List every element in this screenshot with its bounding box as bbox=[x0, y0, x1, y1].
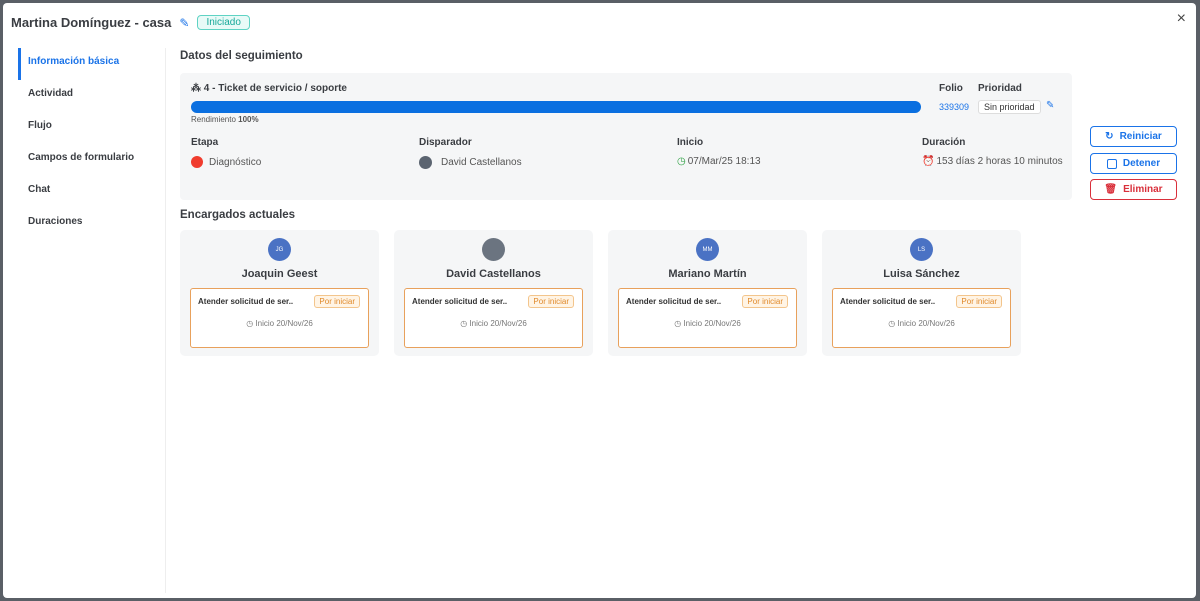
task-status-badge: Por iniciar bbox=[314, 295, 360, 308]
task-title: Atender solicitud de ser.. bbox=[198, 297, 294, 306]
folio-label: Folio bbox=[939, 83, 963, 94]
close-button[interactable]: × bbox=[1177, 10, 1186, 28]
trigger-value: David Castellanos bbox=[441, 157, 522, 168]
trash-icon: 🗑 bbox=[1104, 184, 1118, 195]
section-title: Datos del seguimiento bbox=[180, 50, 303, 62]
stage-value: Diagnóstico bbox=[209, 156, 262, 168]
modal-header: Martina Domínguez - casa ✎ Iniciado bbox=[11, 15, 250, 30]
task-title: Atender solicitud de ser.. bbox=[626, 297, 722, 306]
stop-button[interactable]: Detener bbox=[1090, 153, 1177, 174]
restart-button[interactable]: ↻ Reiniciar bbox=[1090, 126, 1177, 147]
task-start: Inicio 20/Nov/26 bbox=[469, 319, 527, 328]
start-value: 07/Mar/25 18:13 bbox=[687, 156, 761, 167]
task-start: Inicio 20/Nov/26 bbox=[255, 319, 313, 328]
restart-icon: ↻ bbox=[1105, 131, 1114, 142]
edit-priority-icon[interactable]: ✎ bbox=[1046, 100, 1054, 111]
sidebar-item-informacion-basica[interactable]: Información básica bbox=[18, 48, 165, 80]
tracking-panel: ⁂ 4 - Ticket de servicio / soporte Rendi… bbox=[180, 73, 1072, 200]
trigger-label: Disparador bbox=[419, 137, 472, 148]
clock-icon: ◷ bbox=[460, 319, 468, 328]
flow-icon: ⁂ bbox=[191, 83, 201, 94]
sidebar-item-flujo[interactable]: Flujo bbox=[18, 112, 165, 144]
duration-value: 153 días 2 horas 10 minutos bbox=[936, 156, 1063, 167]
sidebar-item-campos[interactable]: Campos de formulario bbox=[18, 144, 165, 176]
avatar: JG bbox=[268, 238, 291, 261]
task-title: Atender solicitud de ser.. bbox=[840, 297, 936, 306]
assignee-name: Joaquin Geest bbox=[241, 268, 318, 280]
sidebar: Información básica Actividad Flujo Campo… bbox=[18, 48, 166, 593]
priority-label: Prioridad bbox=[978, 83, 1022, 94]
trigger-avatar bbox=[419, 156, 432, 169]
restart-label: Reiniciar bbox=[1119, 131, 1162, 142]
edit-pencil-icon[interactable]: ✎ bbox=[179, 16, 189, 30]
performance-value: 100% bbox=[238, 115, 259, 124]
assignee-name: David Castellanos bbox=[446, 268, 541, 280]
sidebar-item-actividad[interactable]: Actividad bbox=[18, 80, 165, 112]
task-card[interactable]: Atender solicitud de ser.. Por iniciar ◷… bbox=[404, 288, 583, 348]
task-start: Inicio 20/Nov/26 bbox=[683, 319, 741, 328]
task-card[interactable]: Atender solicitud de ser.. Por iniciar ◷… bbox=[618, 288, 797, 348]
progress-bar bbox=[191, 101, 921, 113]
start-label: Inicio bbox=[677, 137, 704, 148]
task-start: Inicio 20/Nov/26 bbox=[897, 319, 955, 328]
stop-label: Detener bbox=[1122, 158, 1161, 169]
assignees-title: Encargados actuales bbox=[180, 209, 296, 221]
avatar: LS bbox=[910, 238, 933, 261]
clock-icon: ◷ bbox=[674, 319, 682, 328]
ticket-name: 4 - Ticket de servicio / soporte bbox=[203, 83, 347, 94]
delete-label: Eliminar bbox=[1123, 184, 1163, 195]
task-card[interactable]: Atender solicitud de ser.. Por iniciar ◷… bbox=[832, 288, 1011, 348]
stage-color-dot bbox=[191, 156, 203, 168]
task-card[interactable]: Atender solicitud de ser.. Por iniciar ◷… bbox=[190, 288, 369, 348]
avatar: MM bbox=[696, 238, 719, 261]
priority-select[interactable]: Sin prioridad bbox=[978, 100, 1041, 114]
task-status-badge: Por iniciar bbox=[742, 295, 788, 308]
clock-icon: ◷ bbox=[246, 319, 254, 328]
assignee-card: LS Luisa Sánchez Atender solicitud de se… bbox=[822, 230, 1021, 356]
sidebar-item-chat[interactable]: Chat bbox=[18, 176, 165, 208]
task-status-badge: Por iniciar bbox=[528, 295, 574, 308]
assignee-card: JG Joaquin Geest Atender solicitud de se… bbox=[180, 230, 379, 356]
clock-icon: ◷ bbox=[888, 319, 896, 328]
stage-label: Etapa bbox=[191, 137, 219, 148]
status-badge: Iniciado bbox=[197, 15, 250, 30]
duration-label: Duración bbox=[922, 137, 966, 148]
sidebar-item-duraciones[interactable]: Duraciones bbox=[18, 208, 165, 240]
assignee-card: MM Mariano Martín Atender solicitud de s… bbox=[608, 230, 807, 356]
stop-square-icon bbox=[1106, 158, 1117, 169]
alarm-clock-icon: ⏰ bbox=[922, 156, 935, 167]
assignee-card: David Castellanos Atender solicitud de s… bbox=[394, 230, 593, 356]
task-title: Atender solicitud de ser.. bbox=[412, 297, 508, 306]
follow-up-modal: Martina Domínguez - casa ✎ Iniciado × In… bbox=[3, 3, 1196, 598]
assignee-name: Mariano Martín bbox=[668, 268, 747, 280]
modal-title: Martina Domínguez - casa bbox=[11, 15, 172, 30]
avatar bbox=[482, 238, 505, 261]
clock-icon: ◷ bbox=[677, 156, 686, 167]
delete-button[interactable]: 🗑 Eliminar bbox=[1090, 179, 1177, 200]
performance-label: Rendimiento bbox=[191, 115, 236, 124]
folio-link[interactable]: 339309 bbox=[939, 102, 969, 112]
assignee-name: Luisa Sánchez bbox=[883, 268, 960, 280]
task-status-badge: Por iniciar bbox=[956, 295, 1002, 308]
progress-fill bbox=[191, 101, 921, 113]
